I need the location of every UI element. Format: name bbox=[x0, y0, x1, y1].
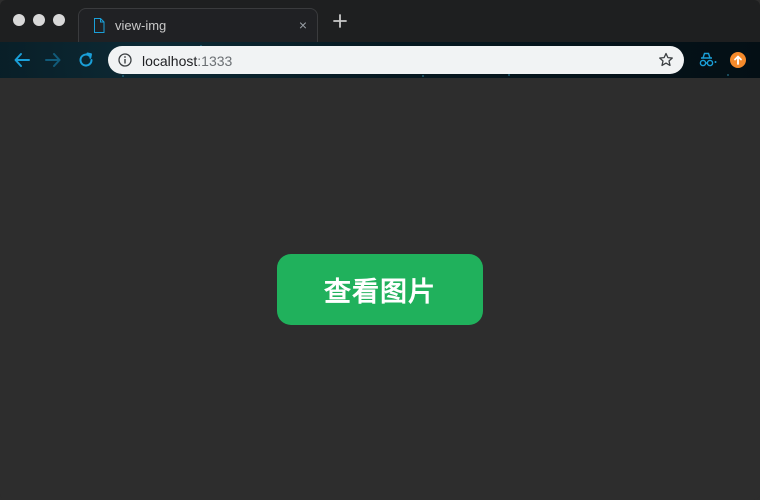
url-port: :1333 bbox=[197, 53, 233, 69]
toolbar: localhost:1333 bbox=[0, 42, 760, 78]
browser-window: view-img × localhost:1333 查看图片 bbox=[0, 0, 760, 500]
tab-view-img[interactable]: view-img × bbox=[78, 8, 318, 42]
close-window-button[interactable] bbox=[13, 14, 25, 26]
arrow-up-icon bbox=[734, 55, 742, 65]
arrow-left-icon[interactable] bbox=[13, 51, 31, 69]
address-bar[interactable]: localhost:1333 bbox=[108, 46, 684, 74]
star-icon[interactable] bbox=[658, 52, 674, 68]
file-icon bbox=[94, 18, 105, 33]
title-bar: view-img × bbox=[0, 0, 760, 42]
close-tab-icon[interactable]: × bbox=[299, 17, 307, 33]
minimize-window-button[interactable] bbox=[33, 14, 45, 26]
reload-icon[interactable] bbox=[77, 51, 95, 69]
info-icon[interactable] bbox=[118, 53, 132, 67]
url-host: localhost bbox=[142, 53, 198, 69]
incognito-icon[interactable] bbox=[698, 52, 718, 68]
page-content: 查看图片 bbox=[0, 78, 760, 500]
view-image-button[interactable]: 查看图片 bbox=[277, 254, 483, 325]
url-text[interactable]: localhost:1333 bbox=[142, 53, 232, 69]
tab-title: view-img bbox=[115, 18, 167, 33]
arrow-right-icon[interactable] bbox=[44, 51, 62, 69]
update-icon[interactable] bbox=[730, 52, 746, 68]
maximize-window-button[interactable] bbox=[53, 14, 65, 26]
plus-icon[interactable] bbox=[331, 12, 349, 30]
